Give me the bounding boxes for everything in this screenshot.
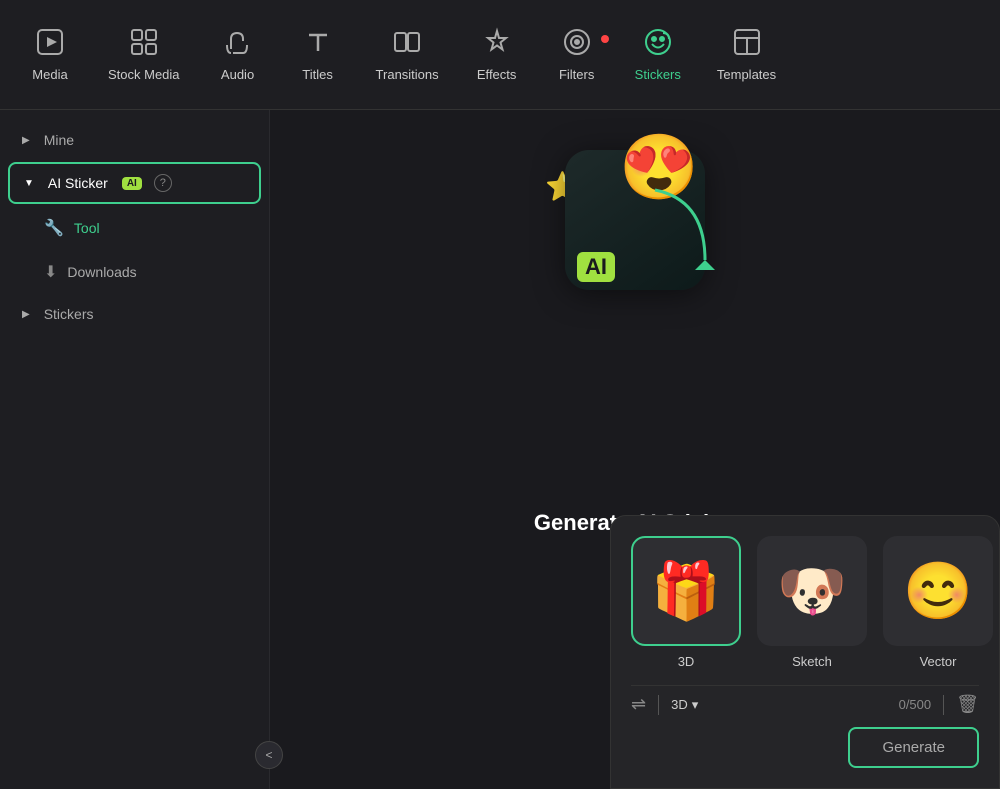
divider: [658, 695, 659, 715]
ai-label: AI: [577, 252, 615, 282]
nav-item-stickers[interactable]: Stickers: [617, 17, 699, 92]
chevron-right-icon-stickers: ▶: [22, 309, 30, 320]
trash-icon[interactable]: 🗑: [956, 694, 979, 715]
sidebar-label-stickers: Stickers: [44, 306, 94, 322]
nav-label-titles: Titles: [302, 67, 333, 82]
nav-item-templates[interactable]: Templates: [699, 17, 794, 92]
nav-label-stickers: Stickers: [635, 67, 681, 82]
nav-item-transitions[interactable]: Transitions: [358, 17, 457, 92]
sidebar-label-downloads: Downloads: [67, 264, 136, 280]
top-navigation: Media Stock Media Audio: [0, 0, 1000, 110]
generate-button[interactable]: Generate: [848, 727, 979, 768]
transitions-icon: [392, 27, 422, 61]
nav-label-transitions: Transitions: [376, 67, 439, 82]
style-label-vector: Vector: [920, 654, 957, 669]
nav-item-titles[interactable]: Titles: [278, 17, 358, 92]
filters-badge: [601, 35, 609, 43]
filters-icon: [562, 27, 592, 61]
sidebar-item-tool[interactable]: 🔧 Tool: [8, 208, 261, 248]
download-icon: ⬇: [44, 262, 57, 282]
bottom-controls: ⇌ 3D ▾ 0/500 🗑: [631, 685, 979, 715]
generate-panel: 🎁 3D 🐶 Sketch 😊 Vector: [610, 515, 1000, 789]
sidebar-item-mine[interactable]: ▶ Mine: [8, 122, 261, 158]
nav-label-media: Media: [32, 67, 67, 82]
style-thumb-3d[interactable]: 🎁: [631, 536, 741, 646]
sidebar-item-ai-sticker[interactable]: ▼ AI Sticker AI ?: [8, 162, 261, 204]
nav-label-audio: Audio: [221, 67, 254, 82]
style-option-vector[interactable]: 😊 Vector: [883, 536, 993, 669]
nav-item-filters[interactable]: Filters: [537, 17, 617, 92]
divider-2: [943, 695, 944, 715]
sidebar-label-mine: Mine: [44, 132, 74, 148]
titles-icon: [303, 27, 333, 61]
arrow-indicator: [645, 180, 725, 285]
sidebar-item-stickers[interactable]: ▶ Stickers: [8, 296, 261, 332]
style-thumb-vector[interactable]: 😊: [883, 536, 993, 646]
sidebar-collapse-button[interactable]: <: [255, 741, 283, 769]
templates-icon: [732, 27, 762, 61]
nav-label-effects: Effects: [477, 67, 517, 82]
style-dropdown-label: 3D: [671, 697, 688, 712]
chevron-right-icon: ▶: [22, 135, 30, 146]
hero-image: ⭐ AI 😍: [525, 140, 745, 340]
style-label-sketch: Sketch: [792, 654, 832, 669]
nav-item-effects[interactable]: Effects: [457, 17, 537, 92]
style-emoji-3d: 🎁: [651, 558, 721, 624]
sidebar-label-ai-sticker: AI Sticker: [48, 175, 108, 191]
stickers-icon: [643, 27, 673, 61]
ai-badge: AI: [122, 177, 142, 190]
sidebar-item-downloads[interactable]: ⬇ Downloads: [8, 252, 261, 292]
nav-item-audio[interactable]: Audio: [198, 17, 278, 92]
style-options-row: 🎁 3D 🐶 Sketch 😊 Vector: [631, 536, 979, 669]
shuffle-icon[interactable]: ⇌: [631, 694, 646, 715]
nav-item-media[interactable]: Media: [10, 17, 90, 92]
dropdown-chevron-icon: ▾: [692, 697, 699, 713]
tool-icon: 🔧: [44, 218, 64, 238]
style-emoji-sketch: 🐶: [777, 558, 847, 624]
sidebar-label-tool: Tool: [74, 220, 100, 236]
style-label-3d: 3D: [678, 654, 695, 669]
main-layout: ▶ Mine ▼ AI Sticker AI ? 🔧 Tool ⬇ Downlo…: [0, 110, 1000, 789]
collapse-icon: <: [265, 748, 272, 762]
style-option-sketch[interactable]: 🐶 Sketch: [757, 536, 867, 669]
content-area: ⭐ AI 😍 Generate AI Sticker: [270, 110, 1000, 789]
chevron-down-icon: ▼: [24, 178, 34, 189]
effects-icon: [482, 27, 512, 61]
nav-label-templates: Templates: [717, 67, 776, 82]
media-icon: [35, 27, 65, 61]
style-option-3d[interactable]: 🎁 3D: [631, 536, 741, 669]
sticker-hero: ⭐ AI 😍 Generate AI Sticker: [525, 140, 745, 536]
style-emoji-vector: 😊: [903, 558, 973, 624]
style-dropdown[interactable]: 3D ▾: [671, 697, 698, 713]
char-count: 0/500: [899, 697, 932, 712]
style-thumb-sketch[interactable]: 🐶: [757, 536, 867, 646]
audio-icon: [223, 27, 253, 61]
help-icon[interactable]: ?: [154, 174, 172, 192]
nav-item-stock-media[interactable]: Stock Media: [90, 17, 198, 92]
stock-media-icon: [129, 27, 159, 61]
nav-label-filters: Filters: [559, 67, 594, 82]
nav-label-stock-media: Stock Media: [108, 67, 180, 82]
sidebar: ▶ Mine ▼ AI Sticker AI ? 🔧 Tool ⬇ Downlo…: [0, 110, 270, 789]
